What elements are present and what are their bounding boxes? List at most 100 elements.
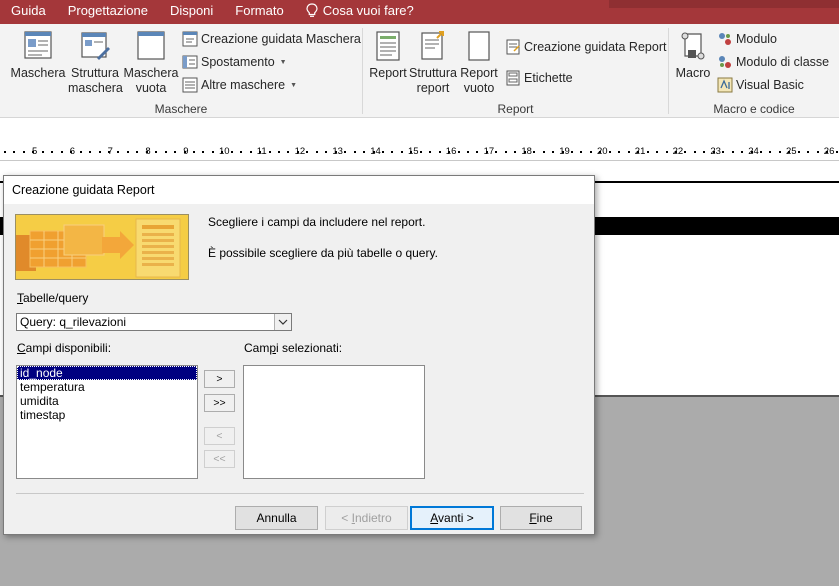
- ruler-tick: [514, 151, 516, 153]
- blank-report-icon: [463, 30, 495, 62]
- list-item[interactable]: timestap: [17, 408, 197, 422]
- selected-fields-list[interactable]: [243, 365, 425, 479]
- ruler-tick: [61, 151, 63, 153]
- list-item[interactable]: umidita: [17, 394, 197, 408]
- ruler-tick: [23, 151, 25, 153]
- ruler-tick: [410, 151, 412, 153]
- ruler-tick: [70, 151, 72, 153]
- ruler-tick: [269, 151, 271, 153]
- intro-text-2: È possibile scegliere da più tabelle o q…: [208, 246, 438, 260]
- ruler-tick: [703, 151, 705, 153]
- ruler-tick: [609, 151, 611, 153]
- ruler-tick: [146, 151, 148, 153]
- ruler-number: 24: [748, 146, 759, 157]
- report-vuoto-label-2: vuoto: [463, 81, 495, 95]
- form-icon: [22, 30, 54, 62]
- ruler-tick: [807, 151, 809, 153]
- cancel-button[interactable]: Annulla: [235, 506, 318, 530]
- struttura-report-label-2: report: [416, 81, 450, 95]
- next-button[interactable]: Avanti >: [410, 506, 494, 530]
- ribbon-tab-bar: Guida Progettazione Disponi Formato Cosa…: [0, 0, 839, 24]
- altre-maschere-button[interactable]: Altre maschere ▼: [182, 75, 297, 95]
- ruler-tick: [401, 151, 403, 153]
- macro-button[interactable]: Macro: [673, 28, 713, 81]
- ruler-tick: [382, 151, 384, 153]
- ruler-tick: [476, 151, 478, 153]
- ruler-tick: [80, 151, 82, 153]
- maschera-vuota-label-1: Maschera: [123, 66, 179, 80]
- ruler-tick: [193, 151, 195, 153]
- blank-form-icon: [135, 30, 167, 62]
- tab-progettazione[interactable]: Progettazione: [57, 0, 159, 24]
- ruler-tick: [165, 151, 167, 153]
- maschera-vuota-label-2: vuota: [135, 81, 167, 95]
- chevron-down-icon[interactable]: [274, 314, 291, 330]
- ruler-tick: [552, 151, 554, 153]
- tab-guida[interactable]: Guida: [0, 0, 57, 24]
- tab-formato[interactable]: Formato: [224, 0, 294, 24]
- back-button[interactable]: < Indietro: [325, 506, 408, 530]
- list-item[interactable]: temperatura: [17, 380, 197, 394]
- wizard-banner-image: [15, 214, 189, 280]
- ruler-tick: [675, 151, 677, 153]
- ruler-tick: [495, 151, 497, 153]
- ruler-tick: [278, 151, 280, 153]
- available-fields-list[interactable]: id_node temperatura umidita timestap: [16, 365, 198, 479]
- tab-disponi[interactable]: Disponi: [159, 0, 224, 24]
- finish-button[interactable]: Fine: [500, 506, 582, 530]
- modulo-di-classe-button[interactable]: Modulo di classe: [717, 52, 829, 72]
- ruler-tick: [505, 151, 507, 153]
- ruler-tick: [174, 151, 176, 153]
- remove-all-fields-button[interactable]: <<: [204, 450, 235, 468]
- ruler-tick: [108, 151, 110, 153]
- list-item[interactable]: id_node: [17, 366, 197, 380]
- tables-query-combobox[interactable]: Query: q_rilevazioni: [16, 313, 292, 331]
- document-header-area: [0, 118, 839, 145]
- struttura-report-button[interactable]: Struttura report: [407, 28, 459, 96]
- etichette-label: Etichette: [524, 71, 573, 85]
- group-maschere: Maschera Struttura maschera Maschera vuo…: [0, 24, 362, 118]
- labels-icon: [505, 70, 521, 86]
- ruler-tick: [287, 151, 289, 153]
- report-button[interactable]: Report: [365, 28, 411, 81]
- struttura-maschera-button[interactable]: Struttura maschera: [68, 28, 123, 96]
- ruler-tick: [325, 151, 327, 153]
- tables-query-label: Tabelle/query: [17, 291, 89, 305]
- ruler-number: 14: [370, 146, 381, 157]
- ruler-tick: [571, 151, 573, 153]
- maschera-button[interactable]: Maschera: [9, 28, 67, 81]
- ruler-tick: [656, 151, 658, 153]
- creazione-guidata-report-button[interactable]: Creazione guidata Report: [505, 37, 666, 57]
- ruler-tick: [117, 151, 119, 153]
- spostamento-label: Spostamento: [201, 55, 275, 69]
- add-field-button[interactable]: >: [204, 370, 235, 388]
- ruler-number: 13: [332, 146, 343, 157]
- ruler-tick: [316, 151, 318, 153]
- report-vuoto-button[interactable]: Report vuoto: [458, 28, 500, 96]
- modulo-button[interactable]: Modulo: [717, 29, 777, 49]
- report-icon: [372, 30, 404, 62]
- group-report: Report Struttura report Report vuoto Cre…: [363, 24, 668, 118]
- remove-field-button[interactable]: <: [204, 427, 235, 445]
- ruler-tick: [420, 151, 422, 153]
- report-design-icon: [417, 30, 449, 62]
- visual-basic-button[interactable]: Visual Basic: [717, 75, 804, 95]
- tell-me-box[interactable]: Cosa vuoi fare?: [295, 0, 425, 24]
- ruler-tick: [467, 151, 469, 153]
- ribbon: Maschera Struttura maschera Maschera vuo…: [0, 24, 839, 118]
- spostamento-button[interactable]: Spostamento ▼: [182, 52, 287, 72]
- ruler-tick: [826, 151, 828, 153]
- ruler-tick: [779, 151, 781, 153]
- creazione-guidata-maschera-button[interactable]: Creazione guidata Maschera: [182, 29, 361, 49]
- lightbulb-icon: [306, 3, 318, 17]
- ruler-tick: [89, 151, 91, 153]
- ruler-tick: [136, 151, 138, 153]
- ruler-tick: [344, 151, 346, 153]
- etichette-button[interactable]: Etichette: [505, 68, 573, 88]
- maschera-vuota-button[interactable]: Maschera vuota: [122, 28, 180, 96]
- add-all-fields-button[interactable]: >>: [204, 394, 235, 412]
- visual-basic-label: Visual Basic: [736, 78, 804, 92]
- horizontal-ruler[interactable]: 567891011121314151617181920212223242526: [0, 145, 839, 161]
- ruler-tick: [13, 151, 15, 153]
- ruler-tick: [240, 151, 242, 153]
